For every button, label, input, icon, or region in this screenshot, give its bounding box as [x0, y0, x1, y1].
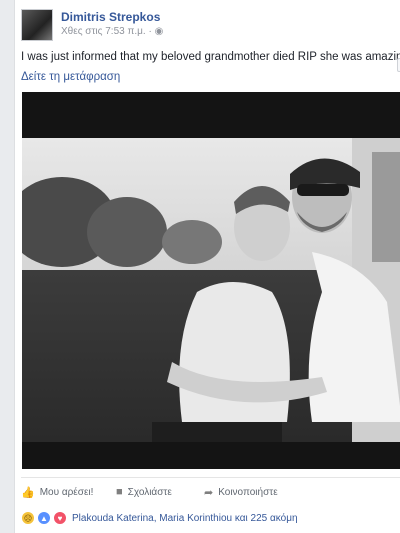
facebook-post: Dimitris Strepkos Χθες στις 7:53 π.μ. · … [14, 0, 400, 533]
reactions-text[interactable]: Plakouda Katerina, Maria Korinthiou και … [72, 513, 298, 524]
love-reaction-icon: ♥ [53, 511, 67, 525]
reactions-summary[interactable]: ☹ ▲ ♥ Plakouda Katerina, Maria Korinthio… [21, 510, 298, 526]
comment-label: Σχολιάστε [127, 486, 172, 498]
post-photo[interactable] [22, 92, 400, 469]
like-label: Μου αρέσει! [39, 487, 94, 498]
thumbs-up-icon: 👍 [21, 487, 35, 499]
share-icon: ➦ [204, 487, 214, 499]
like-button[interactable]: 👍 Μου αρέσει! [21, 486, 93, 499]
post-text: I was just informed that my beloved gran… [21, 51, 400, 63]
post-timestamp[interactable]: Χθες στις 7:53 π.μ. [61, 26, 146, 37]
author-avatar[interactable] [21, 9, 53, 41]
comment-button[interactable]: ■ Σχολιάστε [116, 486, 172, 498]
see-translation-link[interactable]: Δείτε τη μετάφραση [21, 71, 120, 83]
like-reaction-icon: ▲ [37, 511, 51, 525]
post-actions-bar: 👍 Μου αρέσει! ■ Σχολιάστε ➦ Κοινοποιήστε [21, 477, 400, 500]
share-label: Κοινοποιήστε [218, 487, 278, 498]
post-meta: Χθες στις 7:53 π.μ. · ◉ [61, 26, 163, 37]
photo-illustration [22, 92, 400, 469]
globe-icon[interactable]: ◉ [155, 26, 164, 37]
author-name[interactable]: Dimitris Strepkos [61, 10, 160, 24]
sad-reaction-icon: ☹ [21, 511, 35, 525]
comment-icon: ■ [116, 486, 123, 498]
share-button[interactable]: ➦ Κοινοποιήστε [204, 486, 278, 499]
